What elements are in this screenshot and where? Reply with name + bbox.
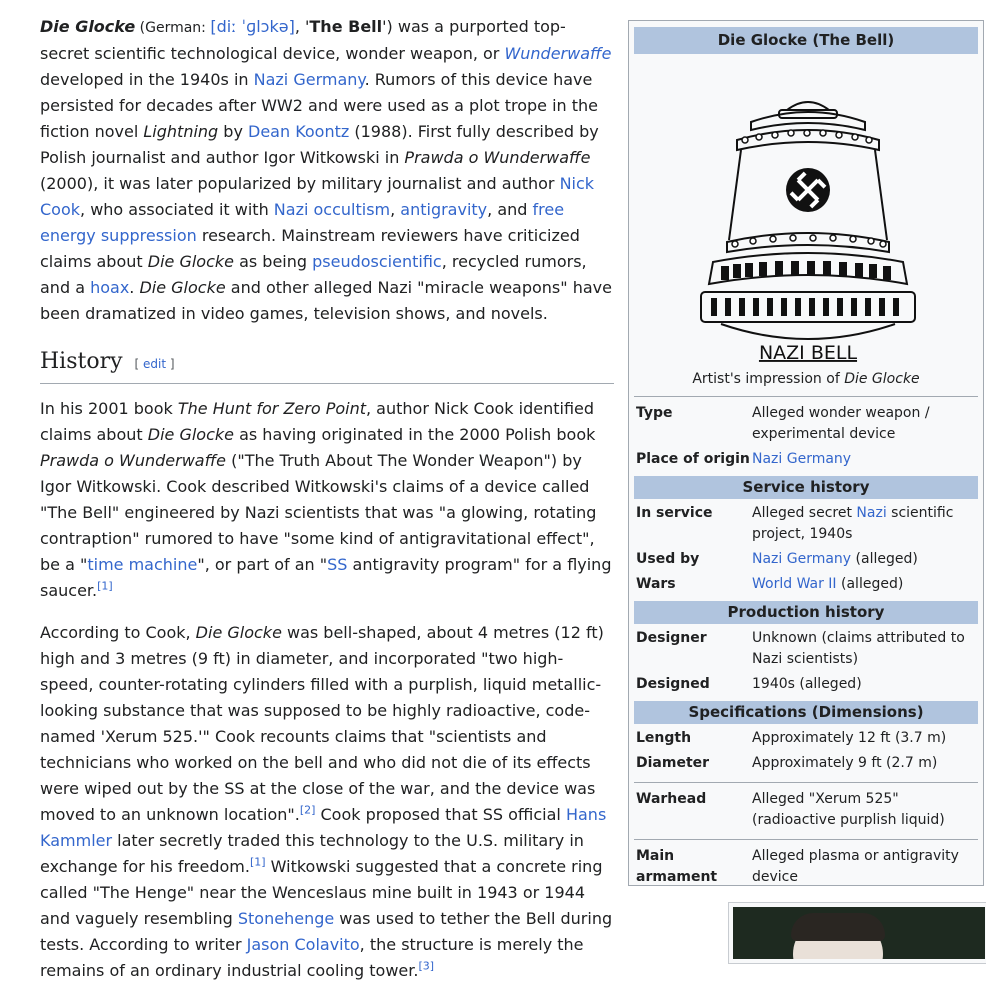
infobox-row-designed: Designed 1940s (alleged) (636, 676, 862, 692)
edit-section: [ edit ] (134, 357, 175, 371)
link-nazi-occultism[interactable]: Nazi occultism (274, 200, 390, 219)
infobox-title: Die Glocke (The Bell) (634, 27, 978, 54)
link-ss[interactable]: SS (327, 555, 347, 574)
portrait-hair (791, 913, 885, 941)
infobox-row-used-by: Used by Nazi Germany (alleged) (636, 551, 918, 567)
link-pseudoscientific[interactable]: pseudoscientific (312, 252, 442, 271)
infobox-row-origin: Place of origin Nazi Germany (636, 451, 852, 467)
infobox-row-length: Length Approximately 12 ft (3.7 m) (636, 730, 947, 746)
infobox-row-armament: Main armament Alleged plasma or antigravi… (634, 839, 978, 890)
link-nazi-germany[interactable]: Nazi Germany (254, 70, 365, 89)
article-subject: Die Glocke (40, 17, 136, 36)
history-paragraph-2: According to Cook, Die Glocke was bell-s… (40, 623, 613, 980)
link-wunderwaffe[interactable]: Wunderwaffe (504, 44, 611, 63)
link-stonehenge[interactable]: Stonehenge (238, 909, 334, 928)
link-nazi[interactable]: Nazi (856, 505, 886, 521)
article-body: Die Glocke (German: [diː ˈɡlɔkə], 'The B… (40, 14, 614, 1000)
edit-link[interactable]: edit (143, 357, 166, 371)
infobox-row-in-service: In service Alleged secret Nazi scientific… (636, 505, 954, 542)
infobox-row-warhead: Warhead Alleged "Xerum 525" (radioactive … (634, 782, 978, 833)
portrait-photo (733, 907, 985, 959)
link-antigravity[interactable]: antigravity (400, 200, 487, 219)
link-jason-colavito[interactable]: Jason Colavito (247, 935, 360, 954)
history-heading: History[ edit ] (40, 347, 614, 384)
ipa-link[interactable]: [diː ˈɡlɔkə] (210, 17, 294, 36)
infobox-image[interactable]: NAZI BELL (629, 54, 983, 369)
history-paragraph-1: In his 2001 book The Hunt for Zero Point… (40, 399, 612, 600)
link-world-war-ii[interactable]: World War II (752, 576, 837, 592)
service-history-header: Service history (634, 476, 978, 499)
infobox-row-designer: Designer Unknown (claims attributed to Na… (636, 630, 965, 667)
image-caption: Artist's impression of Die Glocke (692, 371, 920, 387)
specifications-header: Specifications (Dimensions) (634, 701, 978, 724)
nazi-bell-illustration: NAZI BELL (700, 101, 916, 364)
infobox: Die Glocke (The Bell) NAZI BELL Artist's… (628, 20, 984, 886)
portrait-thumbnail[interactable] (728, 902, 986, 964)
production-history-header: Production history (634, 601, 978, 624)
reference-link[interactable]: [3] (418, 960, 434, 973)
image-label: NAZI BELL (759, 342, 857, 364)
reference-link[interactable]: [1] (250, 856, 266, 869)
link-nazi-germany[interactable]: Nazi Germany (752, 451, 851, 467)
reference-link[interactable]: [1] (97, 580, 113, 593)
link-time-machine[interactable]: time machine (87, 555, 197, 574)
link-nazi-germany[interactable]: Nazi Germany (752, 551, 851, 567)
link-hoax[interactable]: hoax (90, 278, 129, 297)
infobox-row-type: Type Alleged wonder weapon / experimental… (634, 396, 978, 447)
lead-paragraph: Die Glocke (German: [diː ˈɡlɔkə], 'The B… (40, 17, 612, 323)
reference-link[interactable]: [2] (300, 804, 316, 817)
link-dean-koontz[interactable]: Dean Koontz (248, 122, 349, 141)
infobox-row-diameter: Diameter Approximately 9 ft (2.7 m) (636, 755, 938, 771)
infobox-row-wars: Wars World War II (alleged) (636, 576, 904, 592)
